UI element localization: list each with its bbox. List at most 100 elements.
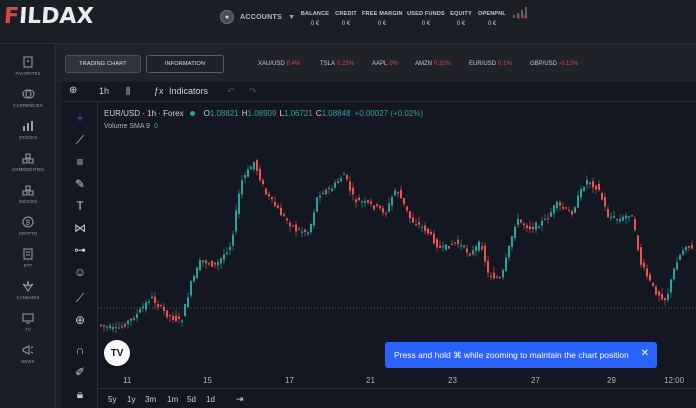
tradingview-logo[interactable]: TV <box>104 340 130 366</box>
ticker-tsla[interactable]: TSLA 0.23% <box>320 61 354 67</box>
candle-body <box>157 304 159 308</box>
range-5y[interactable]: 5y <box>108 395 116 404</box>
candle-body <box>463 245 465 248</box>
candle-body <box>307 232 309 235</box>
ticker-amzn[interactable]: AMZN 0.32% <box>415 61 451 67</box>
chart-panel-header: TRADING CHART INFORMATION XAU/USD 0.4% TS… <box>56 44 696 82</box>
crosshair-icon[interactable]: + <box>72 110 88 126</box>
candle-body <box>604 197 606 207</box>
candle-body <box>334 182 336 188</box>
candle-body <box>229 246 231 250</box>
brush-icon[interactable]: ✎ <box>72 176 88 192</box>
ticker-aapl[interactable]: AAPL 0% <box>372 61 398 67</box>
pattern-icon[interactable]: ⋈ <box>72 220 88 236</box>
ticker-gbpusd[interactable]: GBP/USD -0.12% <box>530 61 578 67</box>
text-icon[interactable]: T <box>72 198 88 214</box>
candle-body <box>433 233 435 244</box>
add-symbol-icon[interactable]: ⊕ <box>69 85 77 96</box>
candle-body <box>490 276 492 278</box>
indices-icon <box>22 185 34 196</box>
candle-body <box>616 218 618 220</box>
indicators-icon[interactable]: ƒx <box>154 86 164 96</box>
candle-body <box>352 187 354 195</box>
range-1m[interactable]: 1m <box>167 395 178 404</box>
accounts-dropdown[interactable]: ● ACCOUNTS ▼ <box>220 10 295 24</box>
candle-body <box>370 201 372 204</box>
horizontal-lines-icon[interactable]: ≡ <box>72 154 88 170</box>
candle-body <box>328 187 330 189</box>
redo-icon[interactable]: ↷ <box>249 86 257 97</box>
candle-body <box>394 190 396 196</box>
nav-commodities[interactable]: COMMODITIES <box>0 152 56 172</box>
candle-body <box>637 235 639 250</box>
candle-body <box>553 205 555 214</box>
interval-selector[interactable]: 1h <box>99 86 109 96</box>
emoji-icon[interactable]: ☺ <box>72 264 88 280</box>
app-logo[interactable]: FILDAX <box>3 4 94 29</box>
nav-stocks[interactable]: STOCKS <box>0 120 56 140</box>
nav-tv[interactable]: TV <box>0 312 56 332</box>
candle-body <box>610 216 612 219</box>
candle-body <box>679 255 681 260</box>
candle-body <box>169 315 171 317</box>
candle-body <box>643 262 645 268</box>
candle-body <box>250 166 252 170</box>
indicators-button[interactable]: Indicators <box>169 86 208 96</box>
candle-body <box>478 241 480 251</box>
candle-body <box>217 262 219 266</box>
ruler-icon[interactable]: ⟋ <box>72 290 88 306</box>
candle-body <box>673 268 675 280</box>
candle-body <box>268 193 270 197</box>
candle-body <box>418 222 420 225</box>
candle-body <box>598 183 600 190</box>
candle-body <box>535 222 537 230</box>
candle-body <box>262 179 264 185</box>
candle-body <box>313 212 315 226</box>
candle-body <box>316 197 318 212</box>
nav-favorites[interactable]: FAVORITES <box>0 56 56 76</box>
information-tab[interactable]: INFORMATION <box>146 55 224 73</box>
nav-cannabis[interactable]: CANNABIS <box>0 280 56 300</box>
ticker-xauusd[interactable]: XAU/USD 0.4% <box>258 61 300 67</box>
candle-body <box>343 173 345 175</box>
range-5d[interactable]: 5d <box>187 395 196 404</box>
price-chart[interactable]: EUR/USD · 1h · Forex O1.08821 H1.08909 L1.0… <box>98 102 696 408</box>
nav-currencies[interactable]: CURRENCIES <box>0 88 56 108</box>
candle-type-icon[interactable]: ⫼ <box>126 86 130 97</box>
candle-body <box>505 257 507 272</box>
candle-body <box>100 324 102 326</box>
prediction-icon[interactable]: ⊶ <box>72 242 88 258</box>
lock-drawing-icon[interactable]: ✐ <box>72 364 88 380</box>
candle-body <box>385 213 387 215</box>
close-icon[interactable]: ✕ <box>641 348 649 359</box>
zoom-in-icon[interactable]: ⊕ <box>72 312 88 328</box>
range-1y[interactable]: 1y <box>127 395 135 404</box>
candle-body <box>109 325 111 329</box>
range-3m[interactable]: 3m <box>145 395 156 404</box>
accounts-label: ACCOUNTS <box>240 13 283 21</box>
trend-line-icon[interactable]: ⟋ <box>72 132 88 148</box>
candle-body <box>592 181 594 188</box>
lock-icon[interactable]: 🔒︎ <box>72 386 88 402</box>
trading-chart-tab[interactable]: TRADING CHART <box>65 55 141 73</box>
nav-indices[interactable]: INDICES <box>0 184 56 204</box>
magnet-icon[interactable]: ∩ <box>72 342 88 358</box>
candle-body <box>238 193 240 214</box>
nav-etf[interactable]: ETF <box>0 248 56 268</box>
candle-body <box>127 320 129 324</box>
nav-news[interactable]: NEWS <box>0 344 56 364</box>
undo-icon[interactable]: ↶ <box>227 86 235 97</box>
candle-body <box>562 206 564 209</box>
date-range-icon[interactable]: ⇥ <box>236 394 244 405</box>
candle-body <box>265 188 267 195</box>
nav-crypto[interactable]: ₿ CRYPTO <box>0 216 56 236</box>
chevron-down-icon: ▼ <box>288 13 296 21</box>
stat-free-margin: FREE MARGIN 0 € <box>362 11 403 27</box>
candle-body <box>376 204 378 206</box>
candle-body <box>175 315 177 322</box>
candle-body <box>691 244 693 249</box>
candle-body <box>601 192 603 200</box>
ticker-eurusd[interactable]: EUR/USD 0.1% <box>469 61 512 67</box>
range-1d[interactable]: 1d <box>206 395 215 404</box>
legend-open: 1.08821 <box>209 109 239 118</box>
